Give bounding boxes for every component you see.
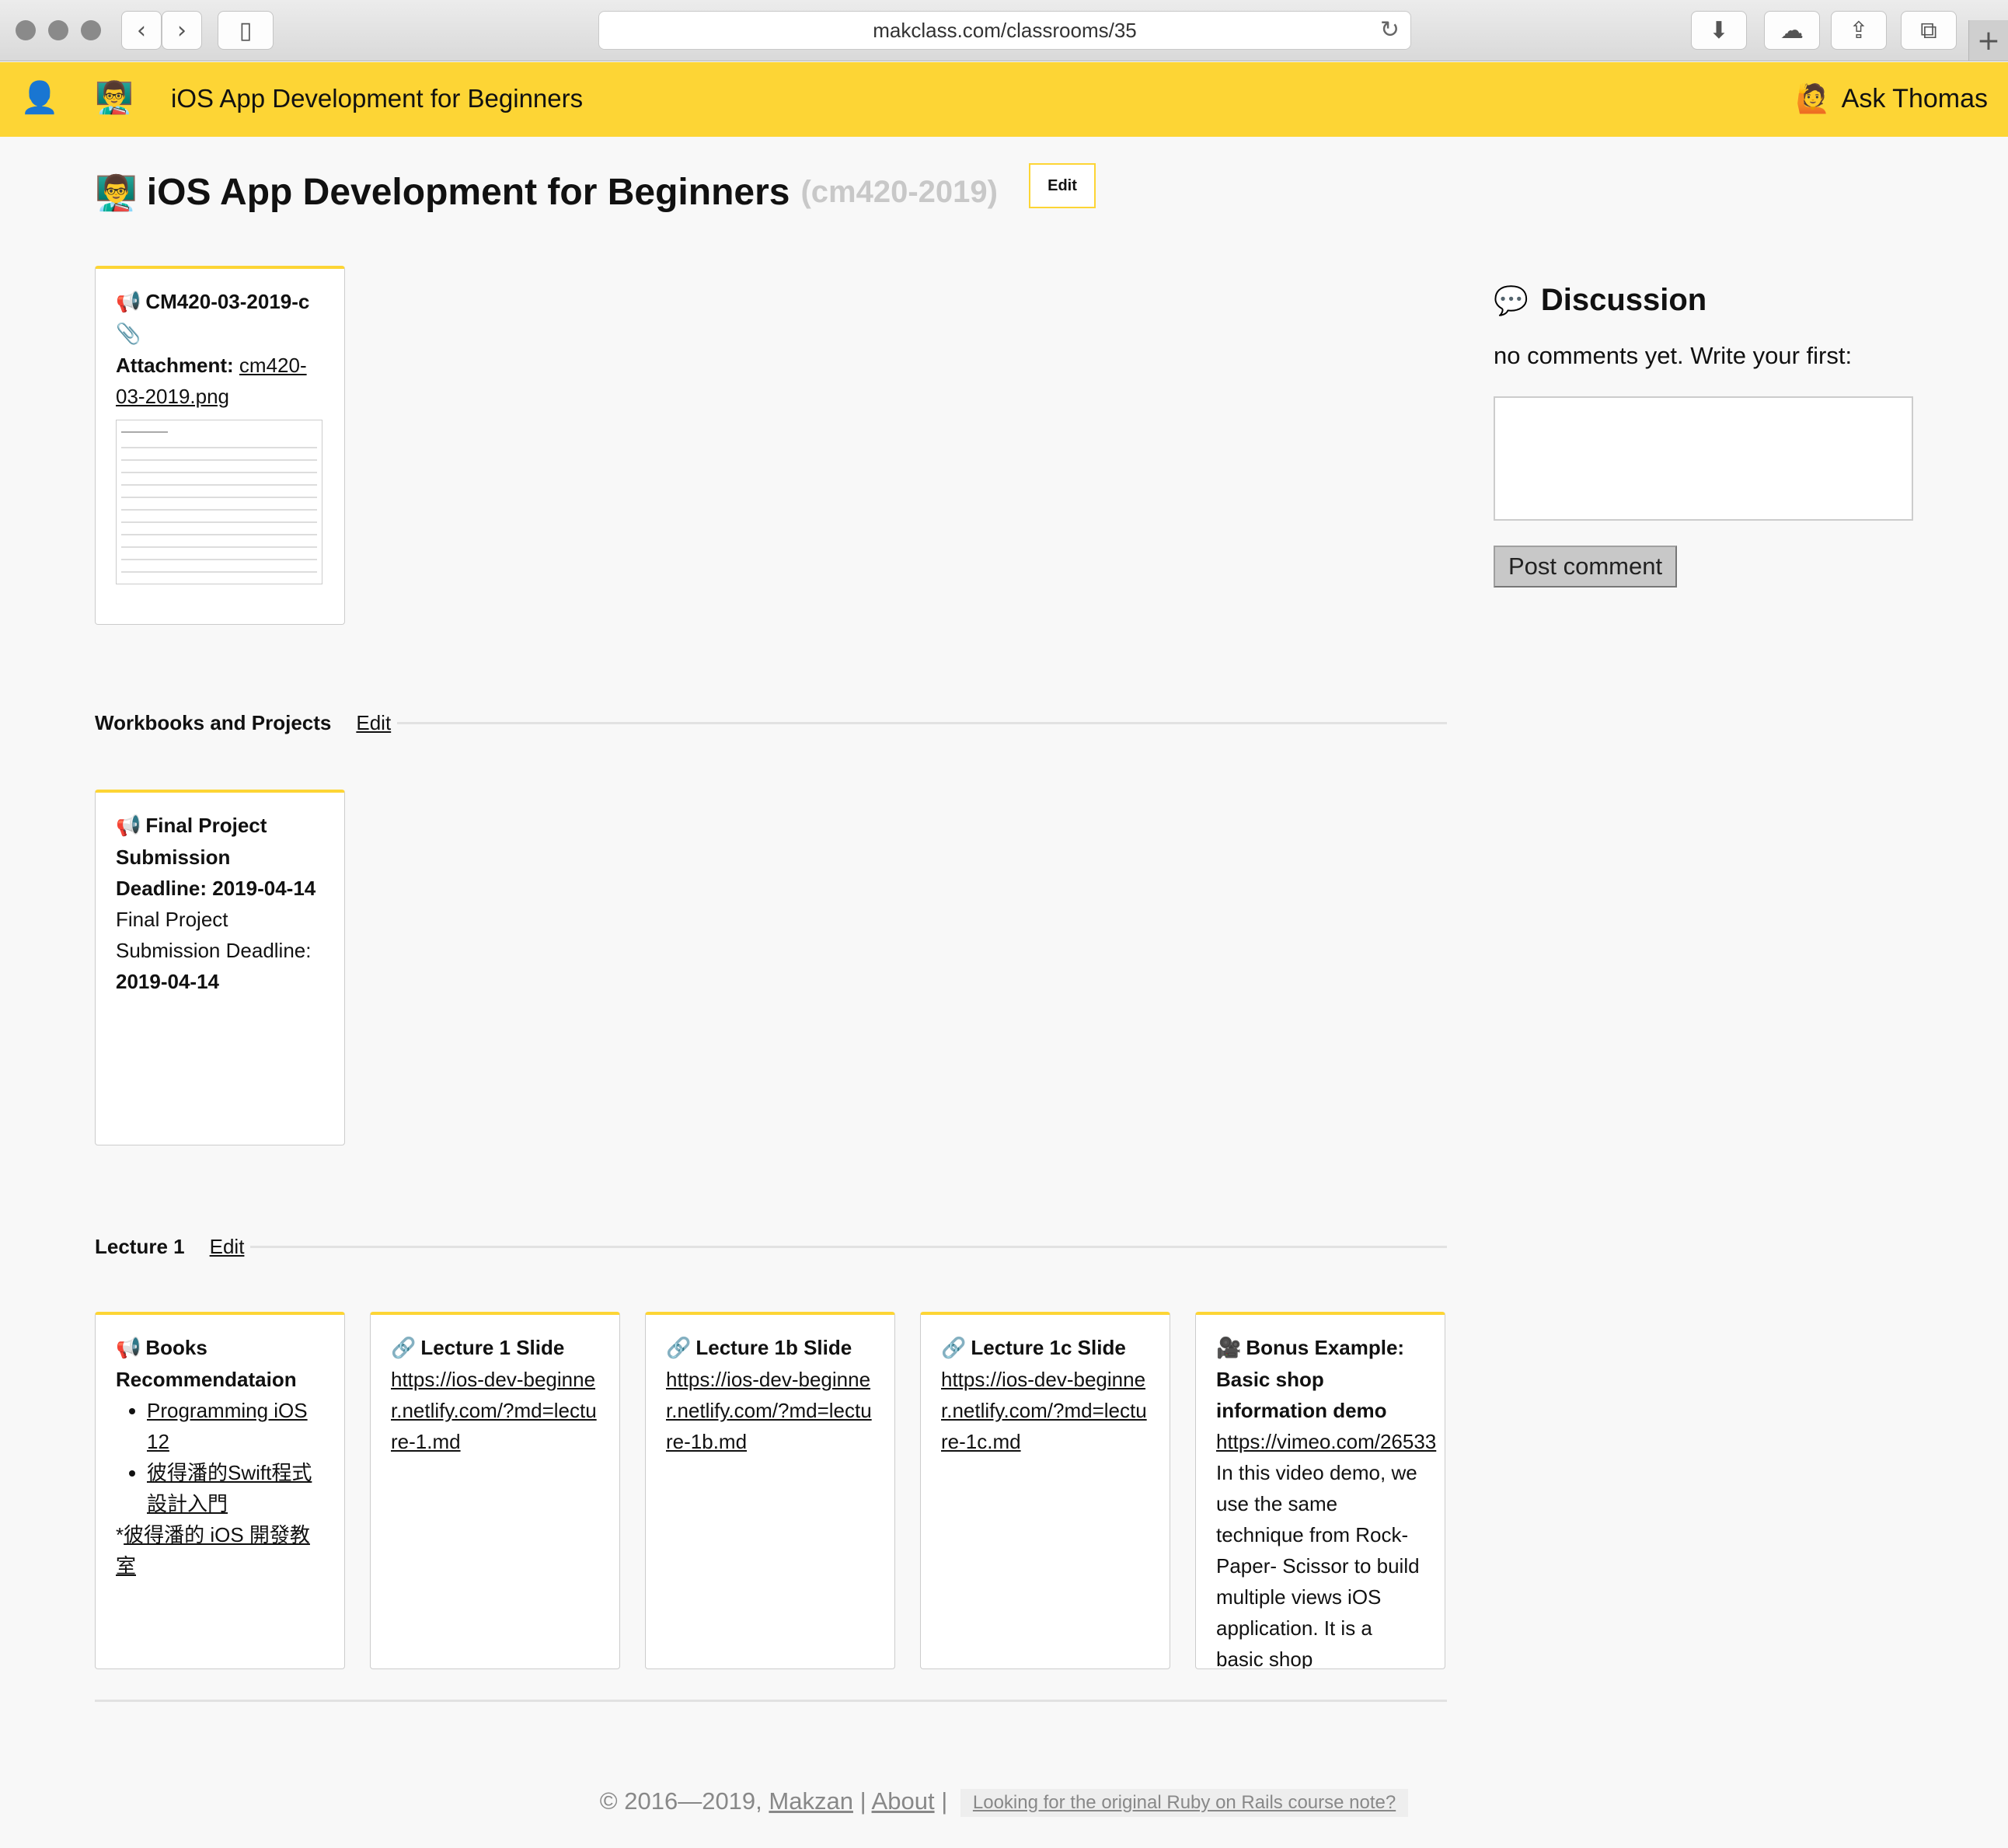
tabs-icon[interactable]: ⧉ — [1901, 11, 1957, 50]
account-icon[interactable]: ☁ — [1764, 11, 1820, 50]
share-icon[interactable]: ⇪ — [1831, 11, 1887, 50]
slide-link[interactable]: https://ios-dev-beginner.netlify.com/?md… — [391, 1368, 597, 1453]
lecture-1c-slide-card[interactable]: 🔗 Lecture 1c Slide https://ios-dev-beginn… — [920, 1312, 1170, 1669]
link-icon: 🔗 — [391, 1337, 417, 1360]
final-project-card[interactable]: 📢 Final Project Submission Deadline: 2019… — [95, 790, 345, 1145]
footer-separator: | — [941, 1787, 948, 1815]
back-icon[interactable]: ‹ — [121, 11, 162, 50]
section-divider — [250, 1245, 1447, 1248]
edit-section-link[interactable]: Edit — [356, 711, 391, 735]
books-card[interactable]: 📢Books Recommendataion Programming iOS 1… — [95, 1312, 345, 1669]
card-title: 📢 Books Recommendataion — [116, 1336, 297, 1391]
link-icon: 🔗 — [941, 1337, 967, 1360]
classroom-title: iOS App Development for Beginners — [146, 172, 790, 213]
user-icon[interactable]: 👤 — [20, 79, 59, 116]
speech-bubble-icon: 💬 — [1494, 284, 1529, 317]
reload-icon[interactable]: ↻ — [1380, 16, 1400, 44]
section-lecture-1: Lecture 1 Edit — [95, 1231, 1447, 1262]
author-link[interactable]: Makzan — [769, 1787, 853, 1815]
legacy-course-link[interactable]: Looking for the original Ruby on Rails c… — [960, 1788, 1409, 1817]
card-title: 🎥 Bonus Example: Basic shop information d… — [1216, 1336, 1405, 1422]
attachment-thumbnail[interactable] — [116, 420, 322, 584]
megaphone-icon: 📢 — [116, 291, 141, 314]
address-bar[interactable]: makclass.com/classrooms/35 ↻ — [598, 11, 1411, 50]
book-link[interactable]: Programming iOS 12 — [147, 1399, 308, 1453]
section-title: Workbooks and Projects — [95, 710, 332, 734]
slide-link[interactable]: https://ios-dev-beginner.netlify.com/?md… — [941, 1368, 1147, 1453]
download-icon[interactable]: ⬇ — [1691, 11, 1747, 50]
section-workbooks: Workbooks and Projects Edit — [95, 707, 1447, 738]
post-comment-button[interactable]: Post comment — [1494, 546, 1677, 588]
megaphone-icon: 📢 — [116, 814, 141, 838]
footer-separator: | — [859, 1787, 866, 1815]
thomas-avatar-icon: 🙋 — [1795, 83, 1831, 115]
lecture-1b-slide-card[interactable]: 🔗 Lecture 1b Slide https://ios-dev-beginn… — [645, 1312, 895, 1669]
edit-section-link[interactable]: Edit — [210, 1235, 245, 1259]
attachment-row: Attachment: cm420-03-2019.png — [116, 350, 324, 412]
browser-toolbar: ‹ › ▯ makclass.com/classrooms/35 ↻ ⬇ ☁ ⇪… — [0, 0, 2008, 61]
ask-thomas-link[interactable]: 🙋 Ask Thomas — [1796, 82, 1988, 115]
bonus-example-card[interactable]: 🎥 Bonus Example: Basic shop information d… — [1195, 1312, 1445, 1669]
list-item: Programming iOS 12 — [147, 1395, 324, 1457]
attachment-label: Attachment: — [116, 354, 234, 377]
card-title: 📢 Final Project Submission Deadline: 2019… — [116, 814, 316, 900]
page-title: 👨‍🏫 iOS App Development for Beginners (c… — [95, 171, 998, 214]
footer: © 2016—2019, Makzan | About | Looking fo… — [0, 1787, 2008, 1817]
about-link[interactable]: About — [872, 1787, 935, 1815]
minimize-window-icon[interactable] — [48, 20, 68, 40]
site-title[interactable]: iOS App Development for Beginners — [171, 84, 583, 113]
new-tab-icon[interactable]: + — [1968, 20, 2008, 61]
card-title: 🔗 Lecture 1 Slide — [391, 1336, 565, 1360]
card-title: 🔗 Lecture 1c Slide — [941, 1336, 1126, 1360]
card-body: Final Project Submission Deadline: — [116, 908, 312, 962]
extra-book: *彼得潘的 iOS 開發教室 — [116, 1523, 310, 1578]
teacher-icon[interactable]: 👨‍🏫 — [95, 79, 134, 116]
section-title: Lecture 1 — [95, 1234, 185, 1258]
site-header: 👤 👨‍🏫 iOS App Development for Beginners … — [0, 62, 2008, 137]
comment-input[interactable] — [1494, 396, 1913, 521]
card-title: 🔗 Lecture 1b Slide — [666, 1336, 852, 1360]
zoom-window-icon[interactable] — [81, 20, 101, 40]
lecture-1-slide-card[interactable]: 🔗 Lecture 1 Slide https://ios-dev-beginne… — [370, 1312, 620, 1669]
list-item: 彼得潘的Swift程式設計入門 — [147, 1457, 324, 1519]
url-text: makclass.com/classrooms/35 — [873, 18, 1137, 42]
video-link[interactable]: https://vimeo.com/26533 — [1216, 1426, 1436, 1457]
no-comments-text: no comments yet. Write your first: — [1494, 342, 1853, 369]
book-link[interactable]: 彼得潘的 iOS 開發教室 — [116, 1523, 310, 1578]
copyright-text: © 2016—2019, — [599, 1787, 762, 1815]
card-body: In this video demo, we use the same tech… — [1216, 1461, 1420, 1669]
megaphone-icon: 📢 — [116, 1337, 141, 1360]
forward-icon[interactable]: › — [162, 11, 202, 50]
video-camera-icon: 🎥 — [1216, 1337, 1242, 1360]
edit-classroom-button[interactable]: Edit — [1029, 163, 1096, 208]
discussion-title: 💬 Discussion — [1494, 283, 1707, 317]
book-link[interactable]: 彼得潘的Swift程式設計入門 — [147, 1461, 312, 1515]
book-list: Programming iOS 12 彼得潘的Swift程式設計入門 — [116, 1395, 324, 1519]
paperclip-icon: 📎 — [116, 323, 141, 346]
card-title: 📢 CM420-03-2019-c 📎 — [116, 290, 310, 346]
slide-link[interactable]: https://ios-dev-beginner.netlify.com/?md… — [666, 1368, 872, 1453]
classroom-code: (cm420-2019) — [800, 175, 998, 209]
sidebar-icon[interactable]: ▯ — [218, 11, 274, 50]
card-body-date: 2019-04-14 — [116, 970, 219, 993]
announcement-card[interactable]: 📢 CM420-03-2019-c 📎 Attachment: cm420-03-… — [95, 266, 345, 625]
close-window-icon[interactable] — [16, 20, 36, 40]
section-divider — [397, 721, 1447, 724]
ask-thomas-label: Ask Thomas — [1841, 83, 1988, 113]
link-icon: 🔗 — [666, 1337, 692, 1360]
content-divider — [95, 1700, 1447, 1702]
teacher-icon: 👨‍🏫 — [95, 173, 138, 213]
